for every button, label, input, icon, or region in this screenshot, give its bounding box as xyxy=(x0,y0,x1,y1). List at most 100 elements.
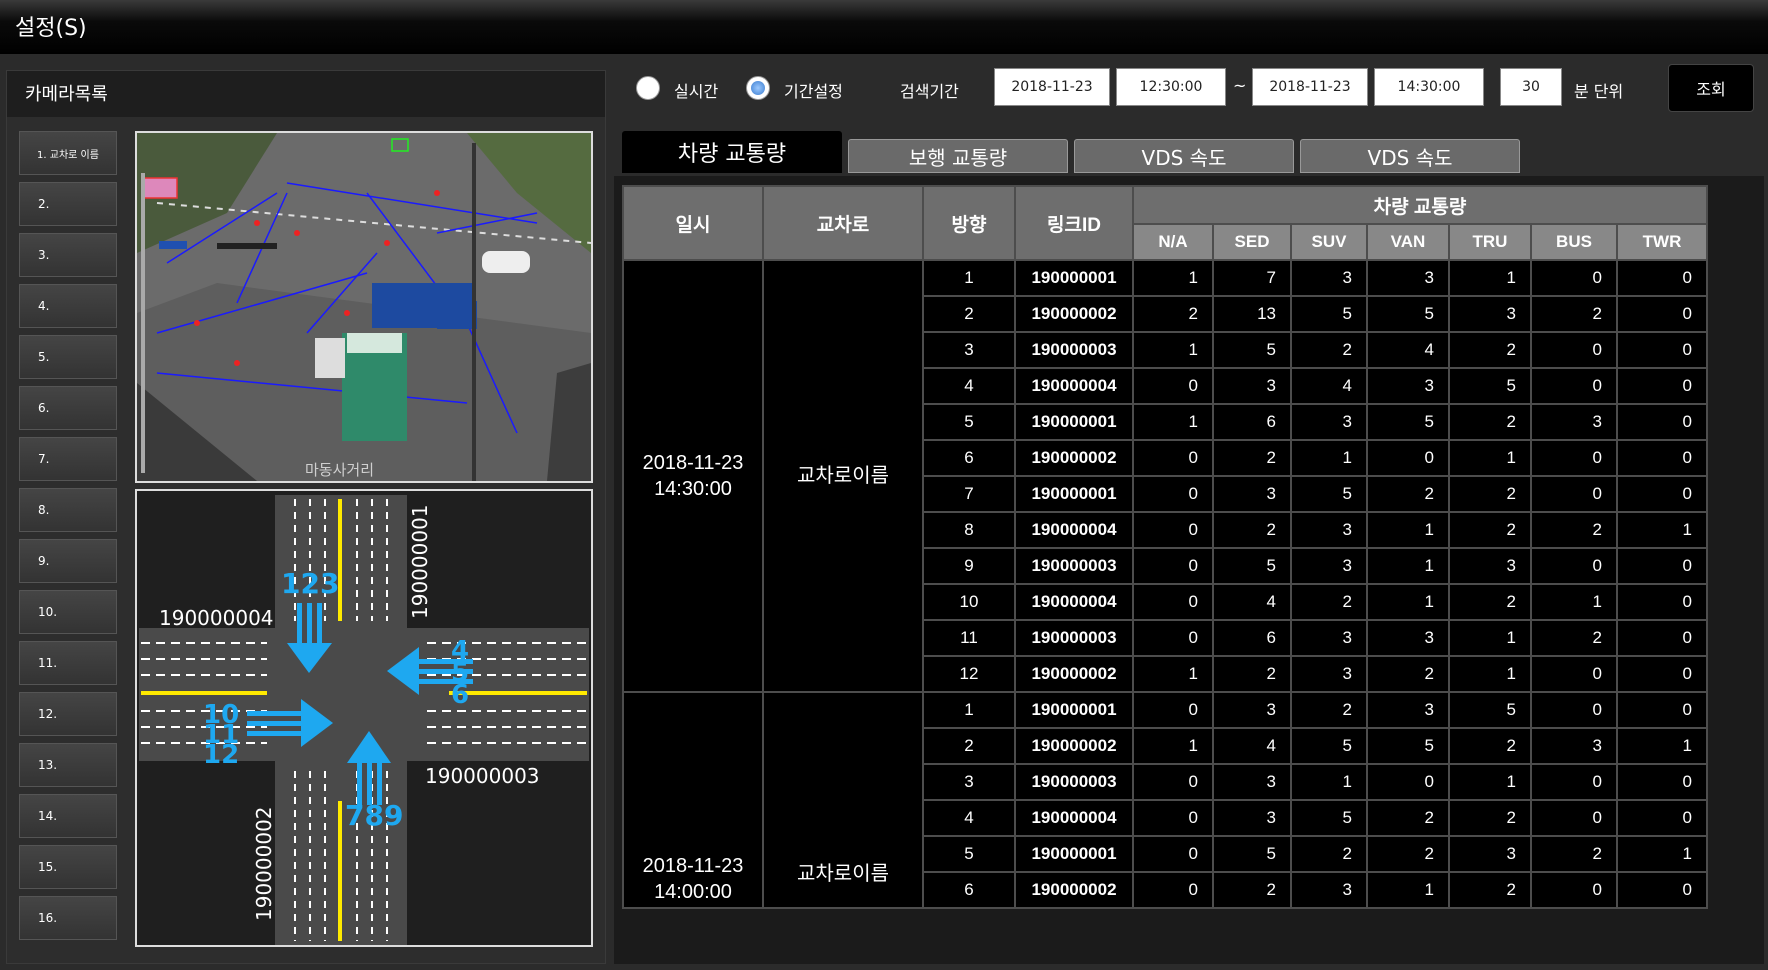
cell-count: 0 xyxy=(1366,439,1450,477)
camera-overlay-text: 마동사거리 xyxy=(305,461,374,479)
group-time: 14:30:00 xyxy=(654,478,732,500)
cell-direction: 6 xyxy=(922,439,1016,477)
camera-list-item[interactable]: 12. xyxy=(19,692,117,736)
cell-count: 0 xyxy=(1132,367,1214,405)
cell-count: 3 xyxy=(1366,691,1450,729)
cell-direction: 2 xyxy=(922,295,1016,333)
cell-link-id: 190000004 xyxy=(1014,367,1134,405)
cell-count: 5 xyxy=(1212,835,1292,873)
cell-count: 2 xyxy=(1212,439,1292,477)
cell-count: 0 xyxy=(1616,691,1708,729)
camera-list-item[interactable]: 9. xyxy=(19,539,117,583)
cell-count: 3 xyxy=(1448,295,1532,333)
cell-count: 1 xyxy=(1132,331,1214,369)
start-time-field[interactable]: 12:30:00 xyxy=(1116,68,1226,106)
cell-count: 0 xyxy=(1530,367,1618,405)
group-date: 2018-11-23 xyxy=(642,855,744,877)
radio-period[interactable] xyxy=(746,76,770,100)
radio-realtime[interactable] xyxy=(636,76,660,100)
cell-count: 2 xyxy=(1366,835,1450,873)
cell-count: 0 xyxy=(1530,439,1618,477)
cell-link-id: 190000002 xyxy=(1014,439,1134,477)
cell-direction: 5 xyxy=(922,403,1016,441)
header-intersection: 교차로 xyxy=(762,185,924,261)
group-time: 14:00:00 xyxy=(654,881,732,903)
tab-vds-speed-1[interactable]: VDS 속도 xyxy=(1074,139,1294,173)
camera-video-view[interactable]: 마동사거리 xyxy=(135,131,593,483)
cell-count: 3 xyxy=(1530,727,1618,765)
cell-link-id: 190000001 xyxy=(1014,691,1134,729)
camera-list-item[interactable]: 16. xyxy=(19,896,117,940)
camera-list-item[interactable]: 11. xyxy=(19,641,117,685)
interval-field[interactable]: 30 xyxy=(1500,68,1562,106)
cell-direction: 9 xyxy=(922,547,1016,585)
cell-direction: 10 xyxy=(922,583,1016,621)
cell-link-id: 190000001 xyxy=(1014,835,1134,873)
cell-link-id: 190000002 xyxy=(1014,655,1134,693)
end-time-field[interactable]: 14:30:00 xyxy=(1374,68,1484,106)
query-button[interactable]: 조회 xyxy=(1668,64,1754,112)
cell-count: 2 xyxy=(1448,583,1532,621)
cell-count: 0 xyxy=(1132,511,1214,549)
cell-count: 0 xyxy=(1616,871,1708,909)
tab-vehicle-traffic[interactable]: 차량 교통량 xyxy=(622,131,842,173)
range-tilde: ~ xyxy=(1233,76,1247,95)
header-direction: 방향 xyxy=(922,185,1016,261)
cell-count: 2 xyxy=(1448,799,1532,837)
camera-list-item[interactable]: 6. xyxy=(19,386,117,430)
camera-list-item[interactable]: 1. 교차로 이름 xyxy=(19,131,117,175)
cell-count: 3 xyxy=(1448,547,1532,585)
camera-list-item[interactable]: 2. xyxy=(19,182,117,226)
camera-list-item[interactable]: 10. xyxy=(19,590,117,634)
direction-label-12: 12 xyxy=(203,740,239,770)
end-date-field[interactable]: 2018-11-23 xyxy=(1252,68,1368,106)
group-intersection: 교차로이름 xyxy=(762,691,924,909)
cell-link-id: 190000003 xyxy=(1014,619,1134,657)
cell-count: 5 xyxy=(1290,727,1368,765)
camera-list-item[interactable]: 13. xyxy=(19,743,117,787)
cell-count: 3 xyxy=(1530,403,1618,441)
tab-vds-speed-2[interactable]: VDS 속도 xyxy=(1300,139,1520,173)
camera-list-item[interactable]: 4. xyxy=(19,284,117,328)
tab-pedestrian-traffic[interactable]: 보행 교통량 xyxy=(848,139,1068,173)
header-type-twr: TWR xyxy=(1616,223,1708,261)
cell-direction: 2 xyxy=(922,727,1016,765)
cell-link-id: 190000003 xyxy=(1014,763,1134,801)
cell-count: 0 xyxy=(1530,547,1618,585)
cell-count: 0 xyxy=(1132,619,1214,657)
cell-count: 0 xyxy=(1132,799,1214,837)
cell-count: 6 xyxy=(1212,403,1292,441)
cell-count: 1 xyxy=(1132,655,1214,693)
camera-list-item[interactable]: 7. xyxy=(19,437,117,481)
camera-list-item[interactable]: 8. xyxy=(19,488,117,532)
cell-count: 3 xyxy=(1290,871,1368,909)
window-title[interactable]: 설정(S) xyxy=(15,10,87,42)
camera-list-item[interactable]: 3. xyxy=(19,233,117,277)
cell-count: 0 xyxy=(1616,403,1708,441)
cell-direction: 3 xyxy=(922,331,1016,369)
start-date-field[interactable]: 2018-11-23 xyxy=(994,68,1110,106)
header-vehicle-traffic: 차량 교통량 xyxy=(1132,185,1708,225)
camera-list-item[interactable]: 15. xyxy=(19,845,117,889)
camera-list-item[interactable]: 14. xyxy=(19,794,117,838)
cell-link-id: 190000002 xyxy=(1014,295,1134,333)
cell-count: 0 xyxy=(1530,655,1618,693)
cell-count: 5 xyxy=(1290,475,1368,513)
camera-panel: 카메라목록 1. 교차로 이름 2. 3. 4. 5. 6. 7. 8. 9. 10. 11. 12.… xyxy=(6,70,606,964)
cell-count: 0 xyxy=(1132,871,1214,909)
cell-direction: 6 xyxy=(922,871,1016,909)
table-row[interactable]: 2018-11-23 14:00:00 교차로이름 1 190000001 0 3 2 3 5 0 0 xyxy=(622,691,1708,909)
tab-bar: 차량 교통량 보행 교통량 VDS 속도 VDS 속도 xyxy=(622,131,1522,175)
cell-count: 3 xyxy=(1448,835,1532,873)
table-row[interactable]: 2018-11-23 14:30:00 교차로이름 1 190000001 1 7 3 3 1 0 0 xyxy=(622,259,1708,693)
cell-count: 0 xyxy=(1616,799,1708,837)
camera-list-item[interactable]: 5. xyxy=(19,335,117,379)
cell-direction: 12 xyxy=(922,655,1016,693)
radio-realtime-label: 실시간 xyxy=(674,82,719,101)
cell-count: 2 xyxy=(1212,655,1292,693)
cell-direction: 4 xyxy=(922,799,1016,837)
cell-link-id: 190000002 xyxy=(1014,727,1134,765)
cell-count: 2 xyxy=(1366,475,1450,513)
cell-count: 0 xyxy=(1616,367,1708,405)
cell-count: 7 xyxy=(1212,259,1292,297)
